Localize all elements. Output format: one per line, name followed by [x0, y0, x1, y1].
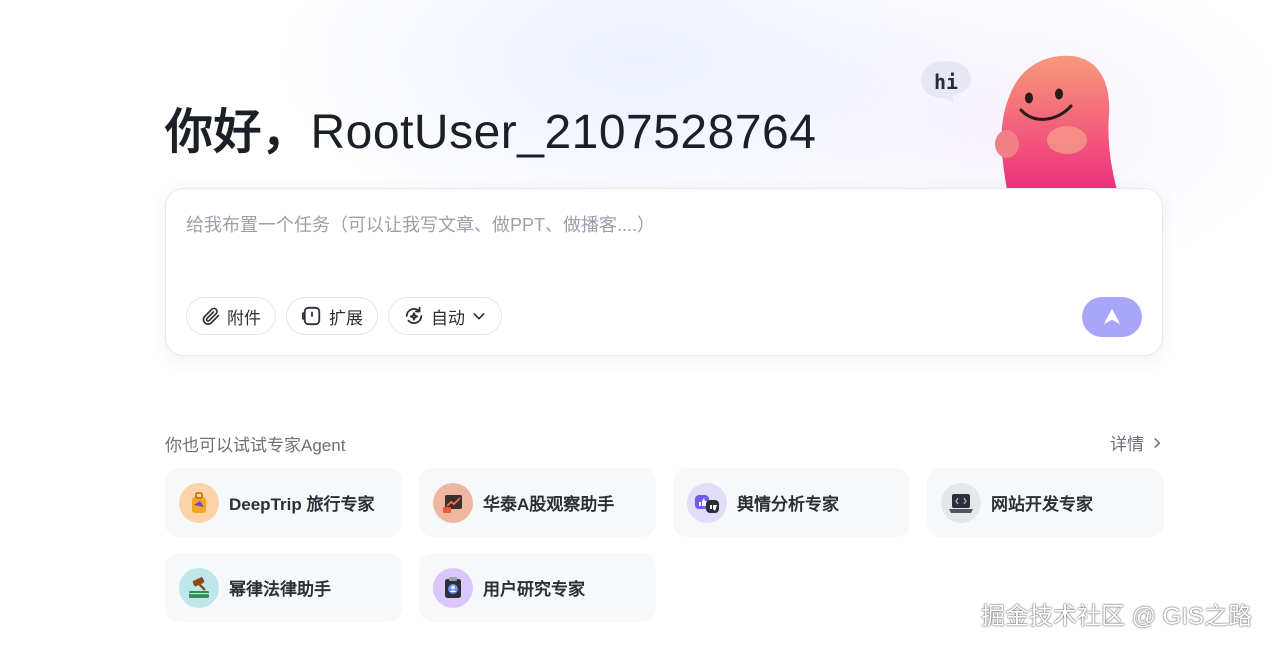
chevron-right-icon	[1154, 437, 1161, 448]
speech-bubble: hi	[918, 58, 974, 104]
plugin-icon	[301, 306, 321, 326]
send-button[interactable]	[1082, 297, 1142, 337]
agent-card-huatai[interactable]: 华泰A股观察助手	[419, 468, 656, 537]
mascot-character-icon	[995, 55, 1117, 190]
agent-card-deeptrip[interactable]: DeepTrip 旅行专家	[165, 468, 402, 537]
mascot-illustration: hi	[915, 50, 1125, 190]
agent-card-webdev[interactable]: 网站开发专家	[927, 468, 1164, 537]
agent-label: 幂律法律助手	[229, 580, 331, 599]
agent-label: 舆情分析专家	[737, 495, 839, 514]
agent-card-legal[interactable]: 幂律法律助手	[165, 553, 402, 622]
task-composer: 附件 扩展 自动	[165, 188, 1163, 356]
mode-dropdown[interactable]: 自动	[388, 297, 502, 335]
extend-button[interactable]: 扩展	[286, 297, 378, 335]
laptop-code-icon	[941, 482, 981, 523]
thumbs-icon	[687, 482, 727, 523]
attach-label: 附件	[227, 308, 261, 328]
agent-label: 网站开发专家	[991, 495, 1093, 514]
greeting-heading: 你好，RootUser_2107528764	[165, 92, 816, 162]
agent-label: DeepTrip 旅行专家	[229, 495, 375, 514]
auto-sparkle-icon	[405, 306, 423, 324]
agents-section-title: 你也可以试试专家Agent	[165, 436, 346, 455]
agent-card-sentiment[interactable]: 舆情分析专家	[673, 468, 910, 537]
agent-card-user-research[interactable]: 用户研究专家	[419, 553, 656, 622]
chevron-down-icon	[473, 313, 485, 320]
send-arrow-icon	[1103, 308, 1121, 325]
stock-chart-icon	[433, 482, 473, 523]
gavel-icon	[179, 567, 219, 608]
composer-toolbar: 附件 扩展 自动	[186, 297, 502, 335]
agent-label: 华泰A股观察助手	[483, 495, 615, 514]
luggage-icon	[179, 482, 219, 523]
clipboard-user-icon	[433, 567, 473, 608]
attach-button[interactable]: 附件	[186, 297, 276, 335]
greeting-prefix: 你好，	[165, 106, 311, 159]
task-input[interactable]	[186, 211, 1136, 271]
watermark-text: 掘金技术社区 @ GIS之路	[980, 603, 1252, 630]
details-label: 详情	[1110, 435, 1144, 454]
home-page: 你好，RootUser_2107528764 hi 给我布置一个任务（可以让我写…	[0, 0, 1272, 646]
mode-label: 自动	[431, 308, 465, 328]
paperclip-icon	[202, 307, 220, 325]
bubble-text: hi	[933, 70, 959, 94]
greeting-username: RootUser_2107528764	[310, 106, 817, 159]
agent-label: 用户研究专家	[483, 580, 585, 599]
agents-details-link[interactable]: 详情	[1110, 430, 1164, 455]
extend-label: 扩展	[329, 308, 363, 328]
